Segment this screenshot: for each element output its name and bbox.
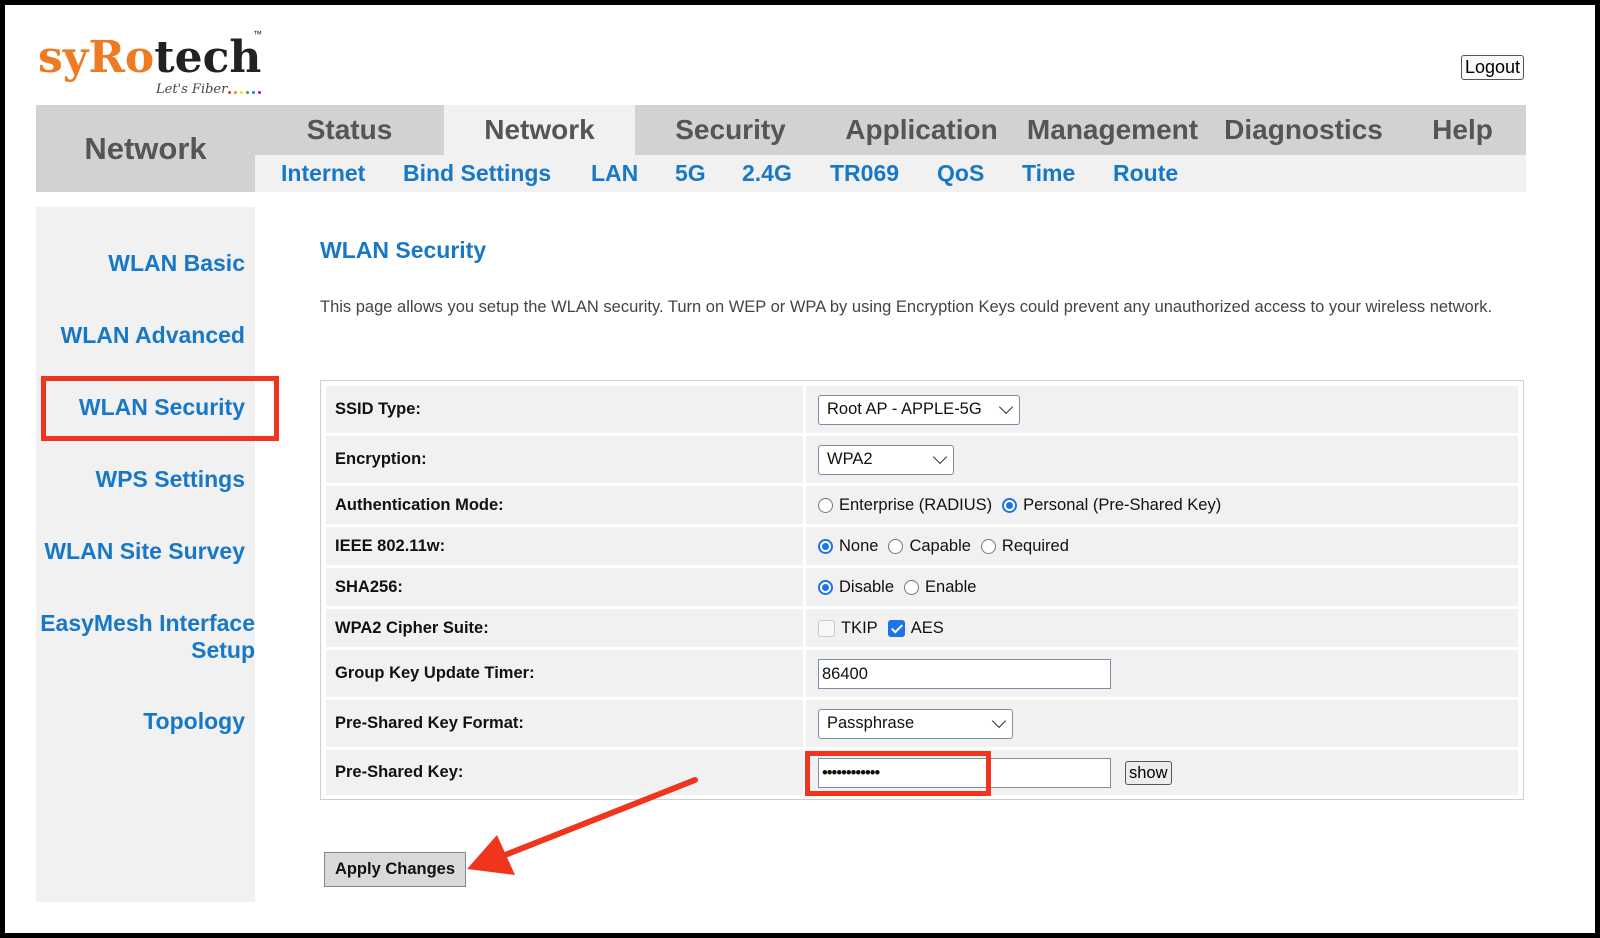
browser-viewport: syRotech ™ Let's Fiber Logout Network St… <box>5 5 1595 933</box>
arrow-shaft <box>502 777 698 858</box>
annotation-arrow-icon <box>467 777 698 875</box>
